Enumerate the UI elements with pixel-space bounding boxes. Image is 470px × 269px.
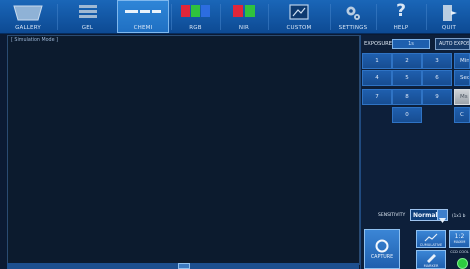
image-viewer[interactable]: [ Simulation Mode ] <box>7 35 360 265</box>
pen-icon <box>427 254 436 263</box>
expand-panel-button[interactable] <box>178 263 190 269</box>
keypad-8[interactable]: 8 <box>392 89 422 105</box>
chevron-down-icon <box>439 218 446 223</box>
chemi-icon <box>125 10 161 13</box>
ccd-status-led <box>457 258 468 269</box>
sec-unit-button[interactable]: Sec <box>454 70 470 86</box>
cumulative-button[interactable]: CUMULATIVE <box>416 230 446 248</box>
gel-button[interactable]: GEL <box>60 0 115 33</box>
keypad-3[interactable]: 3 <box>422 53 452 69</box>
binning-label: (1x1 b <box>452 213 466 218</box>
sensitivity-dropdown-button[interactable] <box>437 209 448 223</box>
keypad-6[interactable]: 6 <box>422 70 452 86</box>
gallery-icon <box>13 5 43 21</box>
clear-button[interactable]: C <box>454 107 470 123</box>
min-unit-button[interactable]: Min <box>454 53 470 69</box>
chemi-button[interactable]: CHEMI <box>117 0 169 33</box>
exit-door-icon <box>443 5 457 21</box>
sensitivity-label: SENSITIVITY <box>378 213 406 218</box>
settings-button[interactable]: SETTINGS <box>332 0 374 33</box>
exposure-value[interactable]: 1s <box>392 39 430 49</box>
question-icon: ? <box>396 1 406 21</box>
rgb-icon <box>180 5 210 17</box>
nir-icon <box>233 5 255 17</box>
ms-unit-button[interactable]: Ms <box>454 89 470 105</box>
custom-button[interactable]: CUSTOM <box>270 0 328 33</box>
chart-icon <box>424 233 438 242</box>
keypad-1[interactable]: 1 <box>362 53 392 69</box>
keypad-4[interactable]: 4 <box>362 70 392 86</box>
quit-button[interactable]: QUIT <box>428 0 470 33</box>
help-button[interactable]: ? HELP <box>378 0 424 33</box>
keypad-5[interactable]: 5 <box>392 70 422 86</box>
nir-button[interactable]: NIR <box>222 0 266 33</box>
keypad-0[interactable]: 0 <box>392 107 422 123</box>
gel-icon <box>78 5 97 18</box>
exposure-label: EXPOSURE <box>364 41 393 47</box>
gallery-button[interactable]: GALLERY <box>0 0 56 33</box>
maxim-button[interactable]: 1:2 MAXIM <box>449 230 470 248</box>
gear-icon <box>346 6 360 20</box>
capture-button[interactable]: CAPTURE <box>364 229 400 269</box>
main-toolbar: GALLERY GEL CHEMI RGB NIR CUSTOM SETTING… <box>0 0 470 34</box>
ccd-cool-indicator: CCD COOL <box>449 250 470 269</box>
custom-icon <box>289 4 309 20</box>
keypad-7[interactable]: 7 <box>362 89 392 105</box>
rgb-button[interactable]: RGB <box>173 0 218 33</box>
marker-button[interactable]: MARKER <box>416 250 446 269</box>
keypad-2[interactable]: 2 <box>392 53 422 69</box>
keypad-9[interactable]: 9 <box>422 89 452 105</box>
mode-label: [ Simulation Mode ] <box>11 38 58 43</box>
auto-exposure-button[interactable]: AUTO EXPOSURE <box>435 38 470 50</box>
aperture-icon <box>375 239 389 253</box>
